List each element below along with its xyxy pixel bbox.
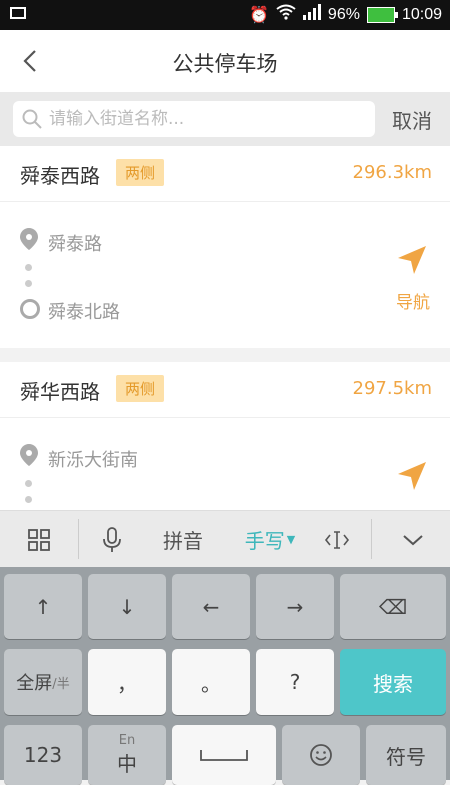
start-street: 舜泰路 bbox=[48, 234, 102, 255]
route-dot bbox=[25, 264, 32, 271]
side-tag: 两侧 bbox=[116, 375, 165, 402]
period-key[interactable]: 。 bbox=[172, 649, 250, 715]
space-key[interactable] bbox=[172, 725, 276, 785]
emoji-icon bbox=[310, 744, 332, 766]
distance: 296.3km bbox=[352, 162, 433, 183]
left-key[interactable]: ← bbox=[172, 574, 250, 639]
dropdown-caret-icon: ▼ bbox=[286, 533, 296, 546]
lang-en-label: En bbox=[118, 733, 136, 748]
route-dot bbox=[25, 280, 32, 287]
list-item[interactable]: 舜华西路 两侧 297.5km 新泺大街南 bbox=[0, 362, 450, 510]
keyboard-toolbar: 拼音 手写 ▼ bbox=[0, 510, 450, 568]
navigation-arrow-icon[interactable] bbox=[396, 244, 428, 276]
halfwidth-label: /半 bbox=[52, 676, 70, 692]
location-pin-icon bbox=[20, 228, 38, 250]
alarm-icon: ⏰ bbox=[249, 6, 269, 24]
navigate-button[interactable]: 导航 bbox=[396, 288, 430, 313]
grid-icon[interactable] bbox=[0, 511, 78, 568]
search-icon bbox=[22, 109, 42, 129]
down-key[interactable]: ↓ bbox=[88, 574, 166, 639]
question-key[interactable]: ? bbox=[256, 649, 334, 715]
fullwidth-key[interactable]: 全屏/半 bbox=[4, 649, 82, 715]
symbol-key[interactable]: 符号 bbox=[366, 725, 446, 785]
road-name: 舜泰西路 bbox=[20, 164, 100, 188]
start-street: 新泺大街南 bbox=[48, 450, 138, 471]
clock: 10:09 bbox=[401, 5, 442, 23]
signal-icon bbox=[302, 4, 321, 25]
cancel-button[interactable]: 取消 bbox=[392, 105, 432, 134]
handwriting-label: 手写 bbox=[244, 529, 285, 553]
backspace-key[interactable]: ⌫ bbox=[340, 574, 446, 639]
emoji-key[interactable] bbox=[282, 725, 360, 785]
comma-key[interactable]: ， bbox=[88, 649, 166, 715]
battery-icon bbox=[366, 6, 398, 23]
route-dot bbox=[25, 496, 32, 503]
location-pin-icon bbox=[20, 444, 38, 466]
handwriting-mode-button[interactable]: 手写 ▼ bbox=[232, 511, 308, 568]
navigation-bar: 公共停车场 bbox=[0, 30, 450, 92]
list-item[interactable]: 舜泰西路 两侧 296.3km 舜泰路 舜泰北路 导航 bbox=[0, 146, 450, 348]
battery-percent: 96% bbox=[327, 5, 360, 23]
language-key[interactable]: En 中 bbox=[88, 725, 166, 785]
fullwidth-label: 全屏 bbox=[16, 673, 53, 694]
screen-icon bbox=[10, 7, 26, 19]
number-key[interactable]: 123 bbox=[4, 725, 82, 785]
distance: 297.5km bbox=[352, 378, 433, 399]
search-input[interactable]: 请输入街道名称... bbox=[13, 101, 375, 137]
end-street: 舜泰北路 bbox=[48, 302, 120, 323]
lang-zh-label: 中 bbox=[117, 752, 137, 776]
microphone-icon[interactable] bbox=[82, 511, 142, 568]
road-name: 舜华西路 bbox=[20, 380, 100, 404]
search-key[interactable]: 搜索 bbox=[340, 649, 446, 715]
pinyin-mode-button[interactable]: 拼音 bbox=[150, 511, 216, 568]
chevron-down-icon[interactable] bbox=[375, 511, 450, 568]
route-dot bbox=[25, 480, 32, 487]
navigation-arrow-icon[interactable] bbox=[396, 460, 428, 492]
keyboard: ↑ ↓ ← → ⌫ 全屏/半 ， 。 ? 搜索 123 En 中 符号 bbox=[0, 567, 450, 785]
side-tag: 两侧 bbox=[116, 159, 165, 186]
cursor-move-icon[interactable] bbox=[316, 511, 358, 568]
wifi-icon bbox=[276, 4, 296, 25]
page-title: 公共停车场 bbox=[172, 52, 278, 76]
end-circle-icon bbox=[20, 299, 40, 319]
search-bar: 请输入街道名称... 取消 bbox=[0, 92, 450, 146]
status-bar: ⏰ 96% 10:09 bbox=[0, 0, 450, 30]
right-key[interactable]: → bbox=[256, 574, 334, 639]
shift-up-key[interactable]: ↑ bbox=[4, 574, 82, 639]
